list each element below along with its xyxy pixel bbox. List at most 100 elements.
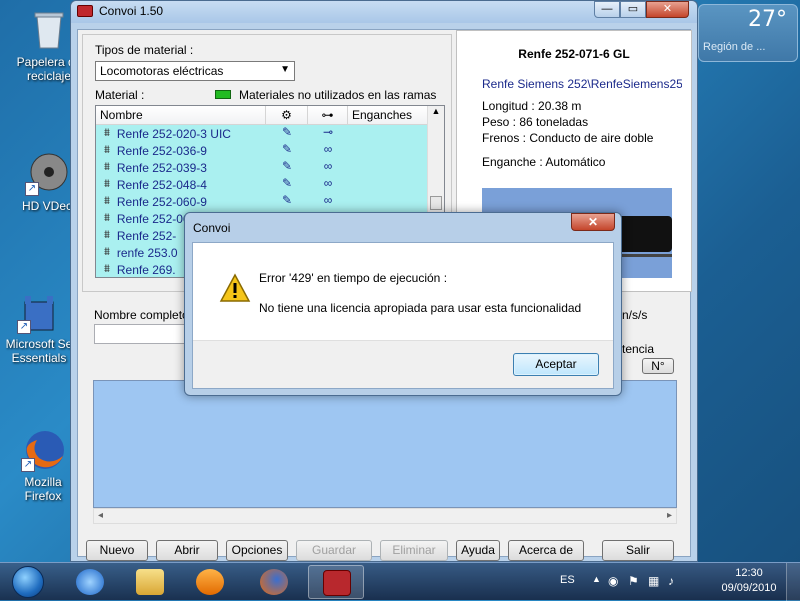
link-icon: ∞ [323, 176, 333, 190]
window-titlebar[interactable]: Convoi 1.50 — ▭ ✕ [71, 1, 697, 23]
nuevo-button[interactable]: Nuevo [86, 540, 148, 561]
loco-icon: ⩩ [104, 161, 110, 173]
close-button[interactable]: ✕ [646, 1, 689, 18]
loco-icon: ⩩ [104, 178, 110, 190]
taskbar-firefox[interactable] [246, 565, 302, 599]
column-header-nombre[interactable]: Nombre [96, 106, 266, 124]
column-header-bogie-icon[interactable]: ⊶ [308, 106, 348, 124]
potencia-label: tencia [622, 342, 655, 356]
firefox-icon [260, 569, 288, 595]
consist-horizontal-scrollbar[interactable]: ◂ ▸ [93, 508, 677, 524]
eye-icon[interactable]: ◉ [608, 574, 618, 588]
clock-time: 12:30 [735, 567, 763, 579]
network-icon[interactable]: ▦ [648, 574, 659, 588]
salir-button[interactable]: Salir [602, 540, 674, 561]
window-title: Convoi 1.50 [99, 4, 164, 18]
app-train-icon [77, 5, 93, 17]
tipos-material-label: Tipos de material : [95, 43, 194, 57]
show-desktop-button[interactable] [786, 563, 800, 601]
language-indicator[interactable]: ES [560, 574, 575, 586]
number-button[interactable]: N° [642, 358, 674, 374]
details-frenos: Frenos : Conducto de aire doble [482, 131, 654, 145]
maximize-button[interactable]: ▭ [620, 1, 646, 18]
taskbar: ES ▲ ◉ ⚑ ▦ ♪ 12:30 09/09/2010 [0, 562, 800, 601]
loco-icon: ⩩ [104, 246, 110, 258]
clock-date: 09/09/2010 [721, 582, 777, 594]
weather-region: Región de ... [703, 41, 766, 53]
dialog-error-message: Error '429' en tiempo de ejecución : [259, 271, 448, 285]
shortcut-arrow-icon: ↗ [21, 458, 35, 472]
taskbar-clock[interactable]: 12:30 09/09/2010 [714, 566, 784, 596]
list-item-name: Renfe 252- [116, 228, 177, 243]
recycle-bin-icon [27, 8, 71, 52]
list-item-name: renfe 253.0 [116, 245, 178, 260]
dialog-footer: Aceptar [193, 340, 613, 388]
loco-icon: ⩩ [104, 229, 110, 241]
list-item-name: Renfe 252-036-9 [116, 143, 207, 158]
list-item[interactable]: ⩩ Renfe 252-060-9 ✎ ∞ [96, 193, 444, 210]
volume-icon[interactable]: ♪ [668, 574, 674, 588]
column-header-coupling-icon[interactable]: ⚙ [266, 106, 308, 124]
flag-icon[interactable]: ⚑ [628, 574, 639, 588]
taskbar-explorer[interactable] [122, 565, 178, 599]
list-item[interactable]: ⩩ Renfe 252-048-4 ✎ ∞ [96, 176, 444, 193]
bottom-button-row: Nuevo Abrir Opciones Guardar Eliminar Ay… [86, 540, 674, 561]
material-label: Material : [95, 88, 145, 102]
loco-icon: ⩩ [104, 263, 110, 275]
list-item[interactable]: ⩩ Renfe 252-020-3 UIC ✎ ⊸ [96, 125, 444, 142]
shortcut-arrow-icon: ↗ [25, 182, 39, 196]
acerca-de-button[interactable]: Acerca de [508, 540, 584, 561]
loco-icon: ⩩ [104, 127, 110, 139]
minimize-button[interactable]: — [594, 1, 620, 18]
list-item[interactable]: ⩩ Renfe 252-039-3 ✎ ∞ [96, 159, 444, 176]
desktop-icon-security-essentials[interactable]: ↗ Microsoft Se Essentials [4, 290, 74, 365]
tipos-material-select[interactable]: Locomotoras eléctricas ▼ [95, 61, 295, 81]
ayuda-button[interactable]: Ayuda [456, 540, 500, 561]
details-enganche: Enganche : Automático [482, 155, 606, 169]
material-list-header: Nombre ⚙ ⊶ Enganches [96, 106, 444, 125]
link-icon: ∞ [323, 193, 333, 207]
taskbar-convoi[interactable] [308, 565, 364, 599]
aceptar-button[interactable]: Aceptar [513, 353, 599, 376]
loco-icon: ⩩ [104, 144, 110, 156]
guardar-button[interactable]: Guardar [296, 540, 372, 561]
scroll-left-icon[interactable]: ◂ [98, 510, 103, 521]
desktop-icon-label: Microsoft Se Essentials [5, 337, 73, 365]
edit-icon: ✎ [281, 142, 293, 156]
scroll-right-icon[interactable]: ▸ [667, 510, 672, 521]
taskbar-ie[interactable] [62, 565, 118, 599]
loco-icon: ⩩ [104, 212, 110, 224]
eliminar-button[interactable]: Eliminar [380, 540, 448, 561]
scrollbar-thumb[interactable] [430, 196, 442, 210]
firefox-icon: ↗ [21, 428, 65, 472]
weather-gadget[interactable]: 27° Región de ... [698, 4, 798, 62]
tipos-material-value: Locomotoras eléctricas [100, 64, 224, 78]
legend-text: Materiales no utilizados en las ramas [239, 88, 437, 102]
desktop-icon-firefox[interactable]: ↗ Mozilla Firefox [8, 428, 78, 503]
abrir-button[interactable]: Abrir [156, 540, 218, 561]
details-peso: Peso : 86 toneladas [482, 115, 589, 129]
column-header-enganches[interactable]: Enganches [348, 106, 428, 124]
train-icon [323, 570, 351, 596]
dialog-detail-message: No tiene una licencia apropiada para usa… [259, 301, 582, 315]
warning-icon [219, 273, 251, 303]
edit-icon: ✎ [281, 159, 293, 173]
legend-color-swatch [215, 90, 231, 99]
start-button[interactable] [6, 563, 52, 601]
dialog-body: Error '429' en tiempo de ejecución : No … [192, 242, 614, 389]
show-hidden-icons-icon[interactable]: ▲ [592, 574, 601, 584]
list-item[interactable]: ⩩ Renfe 252-036-9 ✎ ∞ [96, 142, 444, 159]
media-player-icon [196, 569, 224, 595]
scroll-up-icon[interactable]: ▲ [428, 106, 444, 116]
list-item-name: Renfe 269. [116, 262, 176, 277]
taskbar-media-player[interactable] [182, 565, 238, 599]
consist-canvas[interactable] [93, 380, 677, 508]
castle-icon: ↗ [17, 290, 61, 334]
dropdown-arrow-icon: ▼ [280, 64, 290, 75]
shortcut-arrow-icon: ↗ [17, 320, 31, 334]
dialog-close-button[interactable]: ✕ [571, 213, 615, 231]
desktop-icon-label: Mozilla Firefox [24, 475, 62, 503]
opciones-button[interactable]: Opciones [226, 540, 288, 561]
list-item-name: Renfe 252-039-3 [116, 160, 207, 175]
nombre-completo-label: Nombre completo : [94, 308, 196, 322]
